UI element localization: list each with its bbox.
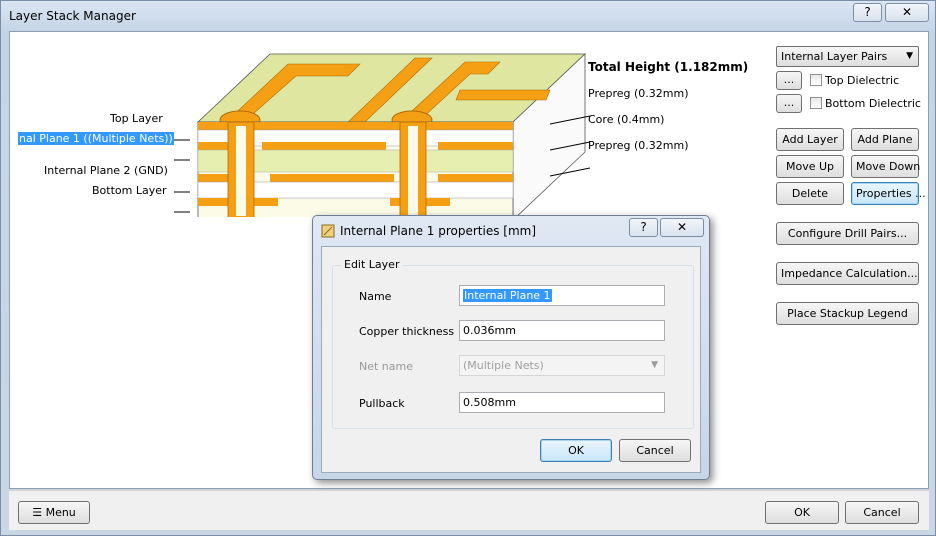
dialog-close-button[interactable]: ✕: [660, 218, 704, 237]
via-hole-1: [236, 126, 246, 216]
bottom-dielectric-ellipsis-button[interactable]: ...: [776, 94, 802, 113]
plane1-label[interactable]: nal Plane 1 ((Multiple Nets)): [18, 132, 174, 145]
close-button[interactable]: ✕: [885, 3, 929, 22]
impedance-calculation-button[interactable]: Impedance Calculation...: [776, 262, 919, 285]
copper-thickness-input[interactable]: 0.036mm: [459, 320, 665, 341]
bottom-dielectric-checkbox[interactable]: [810, 97, 822, 109]
dialog-cancel-button[interactable]: Cancel: [619, 439, 691, 462]
layer-properties-dialog: Internal Plane 1 properties [mm] ? ✕ Edi…: [312, 215, 710, 480]
pullback-input[interactable]: 0.508mm: [459, 392, 665, 413]
bottom-layer-label[interactable]: Bottom Layer: [92, 184, 167, 197]
menu-icon: ☰: [32, 506, 43, 519]
plane2-copper-a: [198, 174, 230, 182]
name-input[interactable]: Internal Plane 1: [459, 285, 665, 306]
footer-bar: ☰ Menu OK Cancel: [9, 490, 929, 530]
top-dielectric-label: Top Dielectric: [825, 74, 900, 87]
layer-pairs-select[interactable]: Internal Layer Pairs ▼: [776, 46, 919, 67]
plane1-copper-b: [262, 142, 386, 150]
prepreg-top-label[interactable]: Prepreg (0.32mm): [588, 87, 689, 100]
bottom-dielectric-label: Bottom Dielectric: [825, 97, 921, 110]
top-dielectric-checkbox[interactable]: [810, 74, 822, 86]
menu-button[interactable]: ☰ Menu: [18, 501, 90, 524]
plane1-copper-c: [438, 142, 513, 150]
via-hole-2: [408, 126, 418, 216]
dialog-body: Edit Layer Name Internal Plane 1 Copper …: [321, 246, 701, 473]
plane2-label[interactable]: Internal Plane 2 (GND): [44, 164, 168, 177]
add-layer-button[interactable]: Add Layer: [776, 128, 844, 151]
configure-drill-pairs-button[interactable]: Configure Drill Pairs...: [776, 222, 919, 245]
name-label: Name: [359, 290, 392, 303]
top-dielectric-ellipsis-button[interactable]: ...: [776, 71, 802, 90]
total-height-label: Total Height (1.182mm): [588, 60, 749, 74]
help-button[interactable]: ?: [853, 3, 882, 22]
core-label[interactable]: Core (0.4mm): [588, 113, 664, 126]
net-name-select: (Multiple Nets) ▼: [459, 355, 665, 376]
layer-icon: [321, 224, 335, 238]
dialog-help-button[interactable]: ?: [629, 218, 658, 237]
properties-button[interactable]: Properties ...: [851, 182, 926, 205]
chevron-down-icon: ▼: [651, 360, 658, 370]
move-up-button[interactable]: Move Up: [776, 155, 844, 178]
top-layer-label[interactable]: Top Layer: [110, 112, 163, 125]
delete-button[interactable]: Delete: [776, 182, 844, 205]
chevron-down-icon: ▼: [906, 51, 913, 61]
dialog-title: Internal Plane 1 properties [mm]: [340, 224, 537, 238]
place-stackup-legend-button[interactable]: Place Stackup Legend: [776, 302, 919, 325]
top-track-4: [455, 89, 551, 101]
move-down-button[interactable]: Move Down: [851, 155, 920, 178]
ok-button[interactable]: OK: [765, 501, 839, 524]
window-title: Layer Stack Manager: [9, 9, 136, 23]
copper-thickness-label: Copper thickness: [359, 325, 455, 338]
plane2-copper-b: [270, 174, 394, 182]
cancel-button[interactable]: Cancel: [845, 501, 919, 524]
group-title: Edit Layer: [341, 258, 403, 271]
add-plane-button[interactable]: Add Plane: [851, 128, 919, 151]
plane2-copper-c: [438, 174, 513, 182]
prepreg-bottom-label[interactable]: Prepreg (0.32mm): [588, 139, 689, 152]
plane1-copper-a: [198, 142, 230, 150]
edit-layer-group: Edit Layer Name Internal Plane 1 Copper …: [332, 258, 694, 429]
pullback-label: Pullback: [359, 397, 405, 410]
dialog-ok-button[interactable]: OK: [540, 439, 612, 462]
net-name-label: Net name: [359, 360, 414, 373]
